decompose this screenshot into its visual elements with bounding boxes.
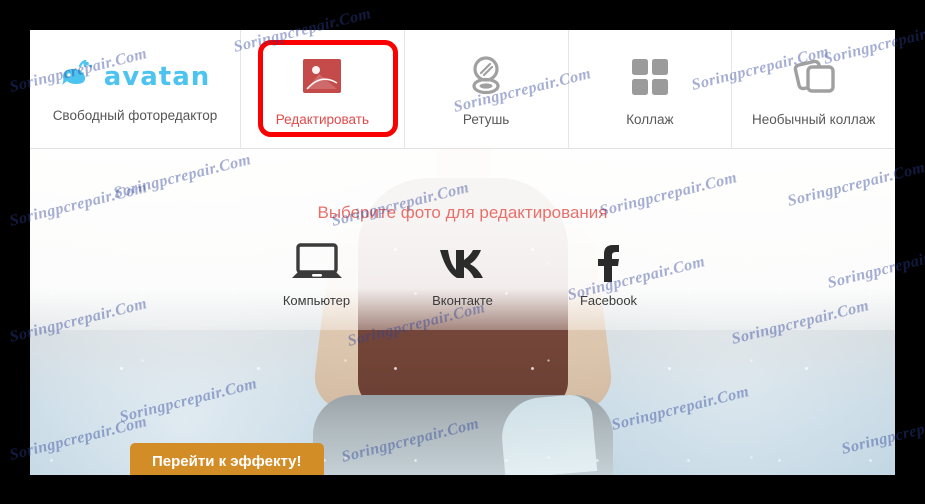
browser-page-frame: avatan Свободный фоторедактор Редактиров… xyxy=(30,30,895,475)
brand-block[interactable]: avatan Свободный фоторедактор xyxy=(30,30,241,148)
source-facebook[interactable]: Facebook xyxy=(560,240,658,308)
site-header: avatan Свободный фоторедактор Редактиров… xyxy=(30,30,895,149)
facebook-logo-icon xyxy=(582,240,636,284)
source-facebook-label: Facebook xyxy=(579,293,638,308)
tab-retouch-label: Ретушь xyxy=(462,112,510,127)
brand-logo[interactable]: avatan xyxy=(60,58,211,95)
tab-retouch[interactable]: Ретушь xyxy=(405,30,569,148)
whale-icon xyxy=(60,58,100,95)
brand-tagline: Свободный фоторедактор xyxy=(52,107,218,123)
source-computer[interactable]: Компьютер xyxy=(268,240,366,308)
tab-collage[interactable]: Коллаж xyxy=(569,30,733,148)
source-computer-label: Компьютер xyxy=(282,293,351,308)
page-title: Выберите фото для редактирования xyxy=(317,203,608,222)
vk-logo-icon xyxy=(436,240,490,284)
tab-edit-label: Редактировать xyxy=(275,112,369,127)
grid-four-squares-icon xyxy=(628,53,672,101)
laptop-icon xyxy=(290,240,344,284)
powder-compact-icon xyxy=(463,53,509,101)
tab-unusual-collage[interactable]: Необычный коллаж xyxy=(732,30,895,148)
tab-unusual-collage-label: Необычный коллаж xyxy=(752,112,876,127)
tab-collage-label: Коллаж xyxy=(626,112,674,127)
main-content: Выберите фото для редактирования Компьют… xyxy=(30,148,895,475)
brand-wordmark: avatan xyxy=(103,62,211,92)
go-to-effect-button[interactable]: Перейти к эффекту! xyxy=(130,443,324,475)
photo-image-icon xyxy=(299,53,345,101)
photo-source-list: Компьютер Вконтакте Facebook xyxy=(30,240,895,308)
overlapping-frames-icon xyxy=(790,53,838,101)
tab-edit[interactable]: Редактировать xyxy=(241,30,405,148)
source-vk-label: Вконтакте xyxy=(432,293,493,308)
source-vk[interactable]: Вконтакте xyxy=(414,240,512,308)
